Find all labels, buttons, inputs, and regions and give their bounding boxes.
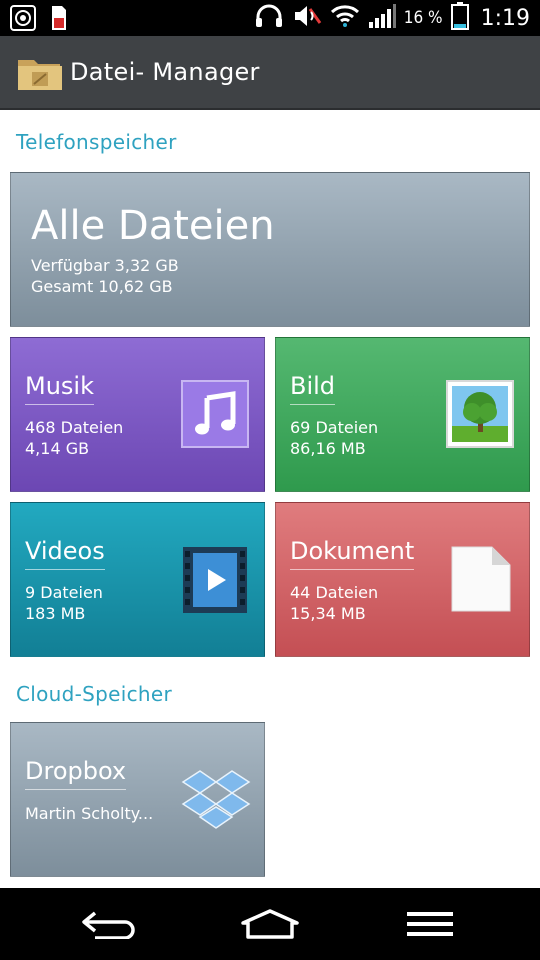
file-size: 183 MB <box>25 604 86 623</box>
menu-icon[interactable] <box>395 902 465 946</box>
clock: 1:19 <box>480 5 530 31</box>
tile-picture[interactable]: Bild 69 Dateien 86,16 MB <box>275 337 530 492</box>
media-icon <box>10 5 36 35</box>
tile-all-files[interactable]: Alle Dateien Verfügbar 3,32 GB Gesamt 10… <box>10 172 530 327</box>
tile-title: Dokument <box>290 537 415 570</box>
total-space: Gesamt 10,62 GB <box>31 277 173 296</box>
tile-title: Bild <box>290 372 336 405</box>
section-header-cloud-storage: Cloud-Speicher <box>16 682 172 706</box>
status-bar: 16 % 1:19 <box>0 0 540 36</box>
sd-card-icon <box>48 4 68 36</box>
document-icon <box>450 545 512 617</box>
folder-icon[interactable] <box>16 48 64 96</box>
signal-icon <box>368 3 396 33</box>
file-count: 44 Dateien <box>290 583 379 602</box>
tile-dropbox[interactable]: Dropbox Martin Scholty... <box>10 722 265 877</box>
file-count: 468 Dateien <box>25 418 124 437</box>
dropbox-account: Martin Scholty... <box>25 804 154 823</box>
file-size: 15,34 MB <box>290 604 366 623</box>
tile-title: Musik <box>25 372 94 405</box>
home-icon[interactable] <box>235 902 305 946</box>
picture-icon <box>446 380 514 452</box>
tile-documents[interactable]: Dokument 44 Dateien 15,34 MB <box>275 502 530 657</box>
available-space: Verfügbar 3,32 GB <box>31 256 179 275</box>
tile-music[interactable]: Musik 468 Dateien 4,14 GB <box>10 337 265 492</box>
back-icon[interactable] <box>74 902 144 946</box>
mute-icon <box>292 3 322 33</box>
file-size: 4,14 GB <box>25 439 90 458</box>
action-bar: Datei- Manager <box>0 36 540 110</box>
video-film-icon <box>181 545 249 619</box>
file-size: 86,16 MB <box>290 439 366 458</box>
tile-title: Dropbox <box>25 757 127 790</box>
navigation-bar <box>0 888 540 960</box>
tile-videos[interactable]: Videos 9 Dateien 183 MB <box>10 502 265 657</box>
dropbox-icon <box>181 769 251 835</box>
wifi-icon <box>330 3 360 33</box>
file-count: 69 Dateien <box>290 418 379 437</box>
headphones-icon <box>254 3 284 33</box>
file-count: 9 Dateien <box>25 583 103 602</box>
battery-icon <box>450 2 469 34</box>
tile-title: Videos <box>25 537 105 570</box>
tile-title: Alle Dateien <box>31 203 275 249</box>
section-header-phone-storage: Telefonspeicher <box>16 130 177 154</box>
music-note-icon <box>181 380 249 452</box>
battery-percent: 16 % <box>403 8 443 28</box>
app-title: Datei- Manager <box>70 58 260 86</box>
